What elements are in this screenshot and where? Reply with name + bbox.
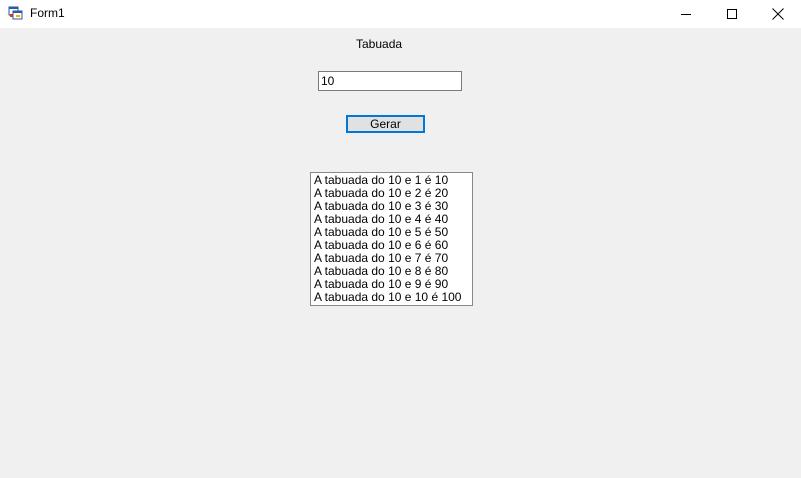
generate-button[interactable]: Gerar bbox=[346, 115, 425, 133]
tabuada-label: Tabuada bbox=[356, 37, 403, 51]
minimize-icon bbox=[681, 9, 691, 19]
window-title: Form1 bbox=[30, 6, 65, 20]
maximize-icon bbox=[727, 9, 737, 19]
close-button[interactable] bbox=[755, 0, 801, 28]
form-window: Form1 Tabuada Gerar A tabuada do 10 e 1 … bbox=[0, 0, 801, 478]
results-listbox[interactable]: A tabuada do 10 e 1 é 10 A tabuada do 10… bbox=[310, 172, 473, 306]
maximize-button[interactable] bbox=[709, 0, 755, 28]
number-input[interactable] bbox=[318, 71, 462, 91]
winforms-app-icon bbox=[8, 5, 24, 21]
list-item[interactable]: A tabuada do 10 e 10 é 100 bbox=[314, 291, 469, 304]
minimize-button[interactable] bbox=[663, 0, 709, 28]
title-bar[interactable]: Form1 bbox=[0, 0, 801, 28]
close-icon bbox=[772, 8, 784, 20]
